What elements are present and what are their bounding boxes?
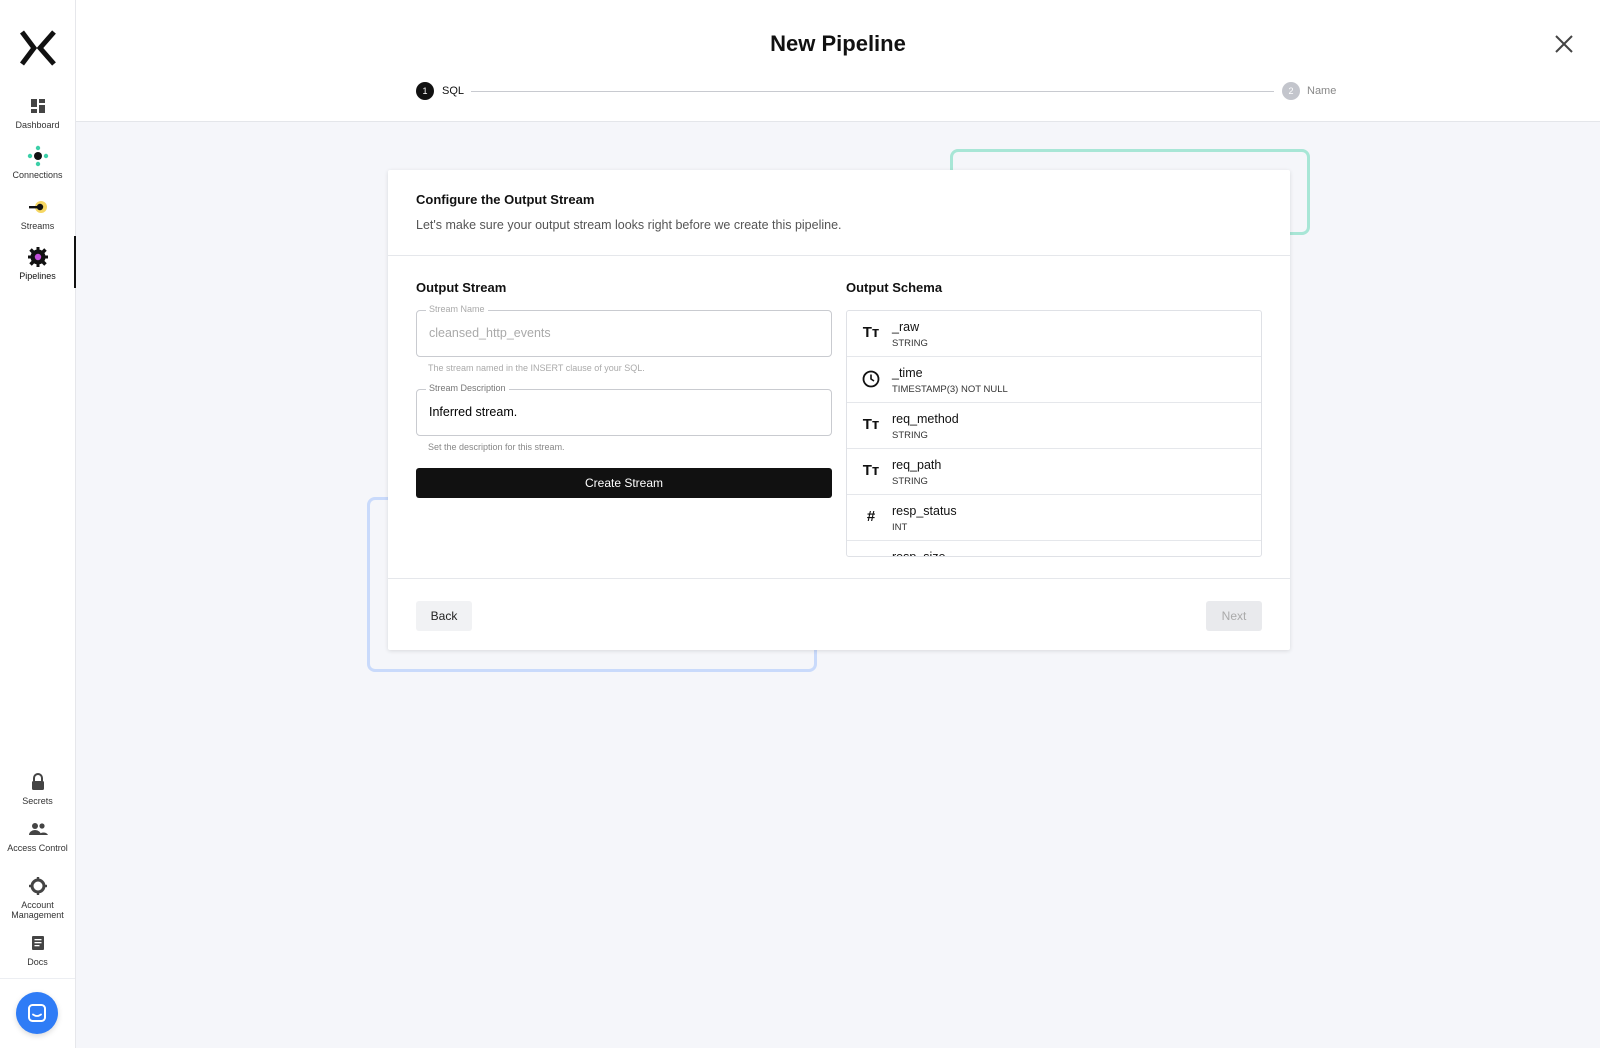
stream-name-field[interactable]: Stream Name xyxy=(416,304,832,357)
output-schema-list[interactable]: Tт _raw STRING _time TIMESTAMP(3) NOT NU… xyxy=(846,310,1262,557)
list-item: _time TIMESTAMP(3) NOT NULL xyxy=(847,357,1261,403)
step-1-dot: 1 xyxy=(416,82,434,100)
field-type: TIMESTAMP(3) NOT NULL xyxy=(892,384,1008,395)
page-title: New Pipeline xyxy=(770,31,906,56)
back-button[interactable]: Back xyxy=(416,601,472,631)
text-type-icon: Tт xyxy=(862,324,880,341)
text-type-icon: Tт xyxy=(862,416,880,433)
sidebar-item-label: Dashboard xyxy=(15,120,60,130)
sidebar-item-label: Docs xyxy=(27,957,48,967)
list-item: Tт req_path STRING xyxy=(847,449,1261,495)
hash-icon: # xyxy=(861,553,881,556)
field-name: resp_status xyxy=(892,504,957,518)
field-name: _raw xyxy=(892,320,920,334)
chat-icon xyxy=(28,1004,46,1022)
step-1-label: SQL xyxy=(442,85,465,97)
list-item: # resp_status INT xyxy=(847,495,1261,541)
document-icon xyxy=(31,936,44,950)
sidebar-item-label: Access Control xyxy=(7,843,68,853)
configure-output-card: Configure the Output Stream Let's make s… xyxy=(388,170,1290,650)
sidebar-item-label: Account Management xyxy=(11,900,64,920)
stream-description-helper: Set the description for this stream. xyxy=(428,442,565,452)
field-name: req_path xyxy=(892,458,942,472)
sidebar-item-secrets[interactable]: Secrets xyxy=(0,771,75,806)
sidebar-item-pipelines[interactable]: Pipelines xyxy=(0,236,76,288)
sidebar-item-label: Connections xyxy=(12,170,63,180)
field-type: INT xyxy=(892,522,908,533)
field-type: STRING xyxy=(892,476,928,487)
chat-button[interactable] xyxy=(16,992,58,1034)
card-title: Configure the Output Stream xyxy=(416,192,595,207)
page-header: New Pipeline 1 SQL 2 Name xyxy=(76,0,1600,122)
close-icon[interactable] xyxy=(1552,32,1576,56)
hash-icon: # xyxy=(866,508,876,525)
clock-icon xyxy=(862,370,880,388)
stream-description-input[interactable] xyxy=(429,405,819,419)
stream-name-helper: The stream named in the INSERT clause of… xyxy=(428,363,645,373)
sidebar: Dashboard Connections Streams Pipelines … xyxy=(0,0,76,1048)
step-2-label: Name xyxy=(1307,85,1337,97)
sidebar-item-label: Pipelines xyxy=(19,271,56,281)
next-button[interactable]: Next xyxy=(1206,601,1262,631)
list-item: # resp_size xyxy=(847,541,1261,557)
gear-icon xyxy=(28,877,47,895)
list-item: Tт _raw STRING xyxy=(847,311,1261,357)
output-schema-heading: Output Schema xyxy=(846,280,943,295)
output-stream-heading: Output Stream xyxy=(416,280,507,295)
sidebar-divider xyxy=(0,978,75,979)
streams-icon xyxy=(28,201,47,213)
logo-icon[interactable] xyxy=(18,30,58,66)
stepper: 1 SQL 2 Name xyxy=(416,82,1341,102)
sidebar-item-label: Streams xyxy=(20,221,55,231)
field-type: STRING xyxy=(892,338,928,349)
card-header: Configure the Output Stream Let's make s… xyxy=(388,170,1290,256)
card-subtitle: Let's make sure your output stream looks… xyxy=(416,218,842,232)
sidebar-item-access-control[interactable]: Access Control xyxy=(0,818,75,853)
lock-icon xyxy=(31,773,44,790)
sidebar-item-docs[interactable]: Docs xyxy=(0,932,75,967)
stream-name-input[interactable] xyxy=(429,326,819,340)
step-2-dot: 2 xyxy=(1282,82,1300,100)
field-name: resp_size xyxy=(892,550,946,557)
sidebar-item-label: Secrets xyxy=(22,796,53,806)
stream-name-label: Stream Name xyxy=(426,304,488,314)
field-type: STRING xyxy=(892,430,928,441)
step-connector xyxy=(471,91,1274,92)
sidebar-item-account-management[interactable]: Account Management xyxy=(0,875,75,920)
field-name: _time xyxy=(892,366,923,380)
stream-description-label: Stream Description xyxy=(426,383,509,393)
sidebar-item-dashboard[interactable]: Dashboard xyxy=(0,95,75,130)
stream-description-field[interactable]: Stream Description xyxy=(416,383,832,436)
create-stream-button[interactable]: Create Stream xyxy=(416,468,832,498)
pipelines-icon xyxy=(27,247,48,267)
card-footer-divider xyxy=(388,578,1290,579)
people-icon xyxy=(28,823,48,835)
field-name: req_method xyxy=(892,412,959,426)
dashboard-icon xyxy=(30,99,45,113)
connections-icon xyxy=(27,145,48,167)
list-item: Tт req_method STRING xyxy=(847,403,1261,449)
text-type-icon: Tт xyxy=(862,462,880,479)
sidebar-item-connections[interactable]: Connections xyxy=(0,145,75,180)
sidebar-item-streams[interactable]: Streams xyxy=(0,196,75,231)
